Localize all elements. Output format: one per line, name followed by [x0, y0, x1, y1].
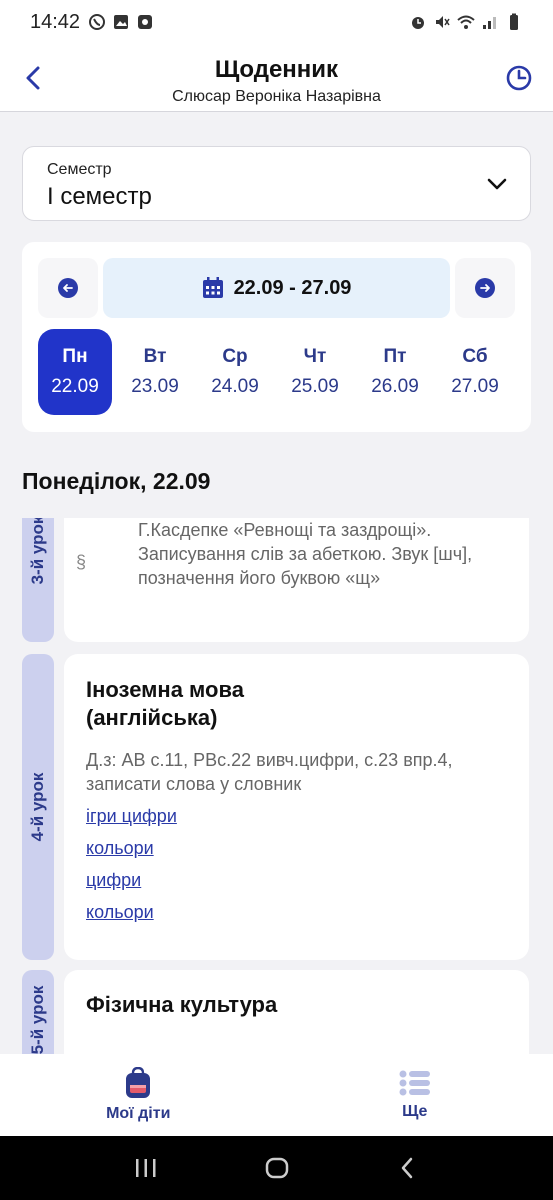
homework-link[interactable]: кольори [86, 900, 507, 924]
arrow-right-icon [475, 278, 495, 298]
lesson-number-tag: 5-й урок [22, 970, 54, 1054]
lesson-item[interactable]: 4-й урок Іноземна мова (англійська) Д.з:… [22, 654, 529, 960]
alarm-icon [412, 17, 424, 29]
app-icon [138, 15, 153, 29]
back-arrow-icon[interactable] [18, 62, 50, 94]
backpack-icon [126, 1067, 151, 1098]
list-icon [399, 1070, 430, 1096]
status-bar: 14:42 [0, 0, 553, 44]
day-name: Сб [462, 346, 488, 367]
day-date: 27.09 [451, 376, 499, 397]
week-range-text: 22.09 - 27.09 [233, 276, 352, 299]
day-tab-fri[interactable]: Пт 26.09 [358, 329, 432, 415]
next-week-button[interactable] [455, 258, 515, 318]
lesson-card[interactable]: Г.Касдепке «Ревнощі та заздрощі». Запису… [64, 518, 529, 642]
status-time: 14:42 [30, 10, 81, 33]
lesson-number-tag: 4-й урок [22, 654, 54, 960]
lesson-topic: Г.Касдепке «Ревнощі та заздрощі». Запису… [138, 520, 473, 588]
homework-link[interactable]: ігри цифри [86, 804, 507, 828]
lesson-number: 4-й урок [28, 772, 47, 842]
viber-icon [89, 14, 106, 30]
day-name: Пн [62, 346, 88, 367]
day-name: Ср [222, 346, 248, 367]
day-tab-mon[interactable]: Пн 22.09 [38, 329, 112, 415]
lesson-subject: Фізична культура [86, 992, 278, 1017]
semester-label: Семестр [47, 161, 112, 178]
day-name: Пт [383, 346, 407, 367]
day-tab-tue[interactable]: Вт 23.09 [118, 329, 192, 415]
mute-icon [436, 16, 450, 28]
day-tab-wed[interactable]: Ср 24.09 [198, 329, 272, 415]
day-tab-sat[interactable]: Сб 27.09 [438, 329, 512, 415]
system-nav-bar [0, 1136, 553, 1200]
day-date: 24.09 [211, 376, 259, 397]
calendar-icon [202, 277, 223, 298]
day-tab-thu[interactable]: Чт 25.09 [278, 329, 352, 415]
bottom-nav: Мої діти Ще [0, 1054, 553, 1136]
lesson-homework: Д.з: АВ с.11, РВс.22 вивч.цифри, с.23 вп… [86, 750, 453, 794]
section-icon: § [76, 552, 87, 572]
prev-week-button[interactable] [38, 258, 98, 318]
app-header: Щоденник Слюсар Вероніка Назарівна [0, 44, 553, 112]
history-clock-icon[interactable] [503, 62, 535, 94]
day-tabs: Пн 22.09 Вт 23.09 Ср 24.09 Чт 25.09 Пт 2… [38, 329, 515, 415]
lesson-item[interactable]: 5-й урок Фізична культура [22, 970, 529, 1054]
day-date: 26.09 [371, 376, 419, 397]
day-name: Вт [143, 346, 167, 367]
nav-label: Ще [402, 1103, 428, 1120]
arrow-left-icon [58, 278, 78, 298]
battery-icon [510, 13, 518, 30]
lesson-item[interactable]: 3-й урок Г.Касдепке «Ревнощі та заздрощі… [22, 518, 529, 642]
back-icon[interactable] [395, 1155, 421, 1181]
day-heading: Понеділок, 22.09 [22, 468, 211, 494]
day-date: 23.09 [131, 376, 179, 397]
homework-link[interactable]: цифри [86, 868, 507, 892]
home-icon[interactable] [264, 1155, 290, 1181]
wifi-icon [457, 15, 475, 29]
lesson-number: 3-й урок [28, 518, 47, 584]
day-name: Чт [303, 346, 327, 367]
student-name: Слюсар Вероніка Назарівна [172, 88, 381, 105]
lesson-number-tag: 3-й урок [22, 518, 54, 642]
lesson-card[interactable]: Фізична культура [64, 970, 529, 1054]
image-icon [114, 15, 129, 29]
recent-apps-icon[interactable] [133, 1156, 159, 1180]
chevron-down-icon [487, 178, 507, 190]
semester-select[interactable]: Семестр І семестр [22, 146, 531, 221]
lessons-list[interactable]: 3-й урок Г.Касдепке «Ревнощі та заздрощі… [0, 518, 553, 1054]
nav-more[interactable]: Ще [277, 1054, 553, 1136]
lesson-number: 5-й урок [28, 985, 47, 1054]
nav-label: Мої діти [106, 1105, 171, 1122]
day-date: 22.09 [51, 376, 99, 397]
week-range[interactable]: 22.09 - 27.09 [103, 258, 450, 318]
lesson-subject: Іноземна мова (англійська) [86, 677, 244, 730]
page-title: Щоденник [214, 56, 339, 83]
week-picker: 22.09 - 27.09 Пн 22.09 Вт 23.09 Ср 24.09… [22, 242, 531, 432]
homework-link[interactable]: кольори [86, 836, 507, 860]
day-date: 25.09 [291, 376, 339, 397]
semester-value: І семестр [47, 183, 152, 210]
signal-icon [483, 17, 496, 29]
lesson-card[interactable]: Іноземна мова (англійська) Д.з: АВ с.11,… [64, 654, 529, 960]
nav-my-children[interactable]: Мої діти [0, 1054, 277, 1136]
